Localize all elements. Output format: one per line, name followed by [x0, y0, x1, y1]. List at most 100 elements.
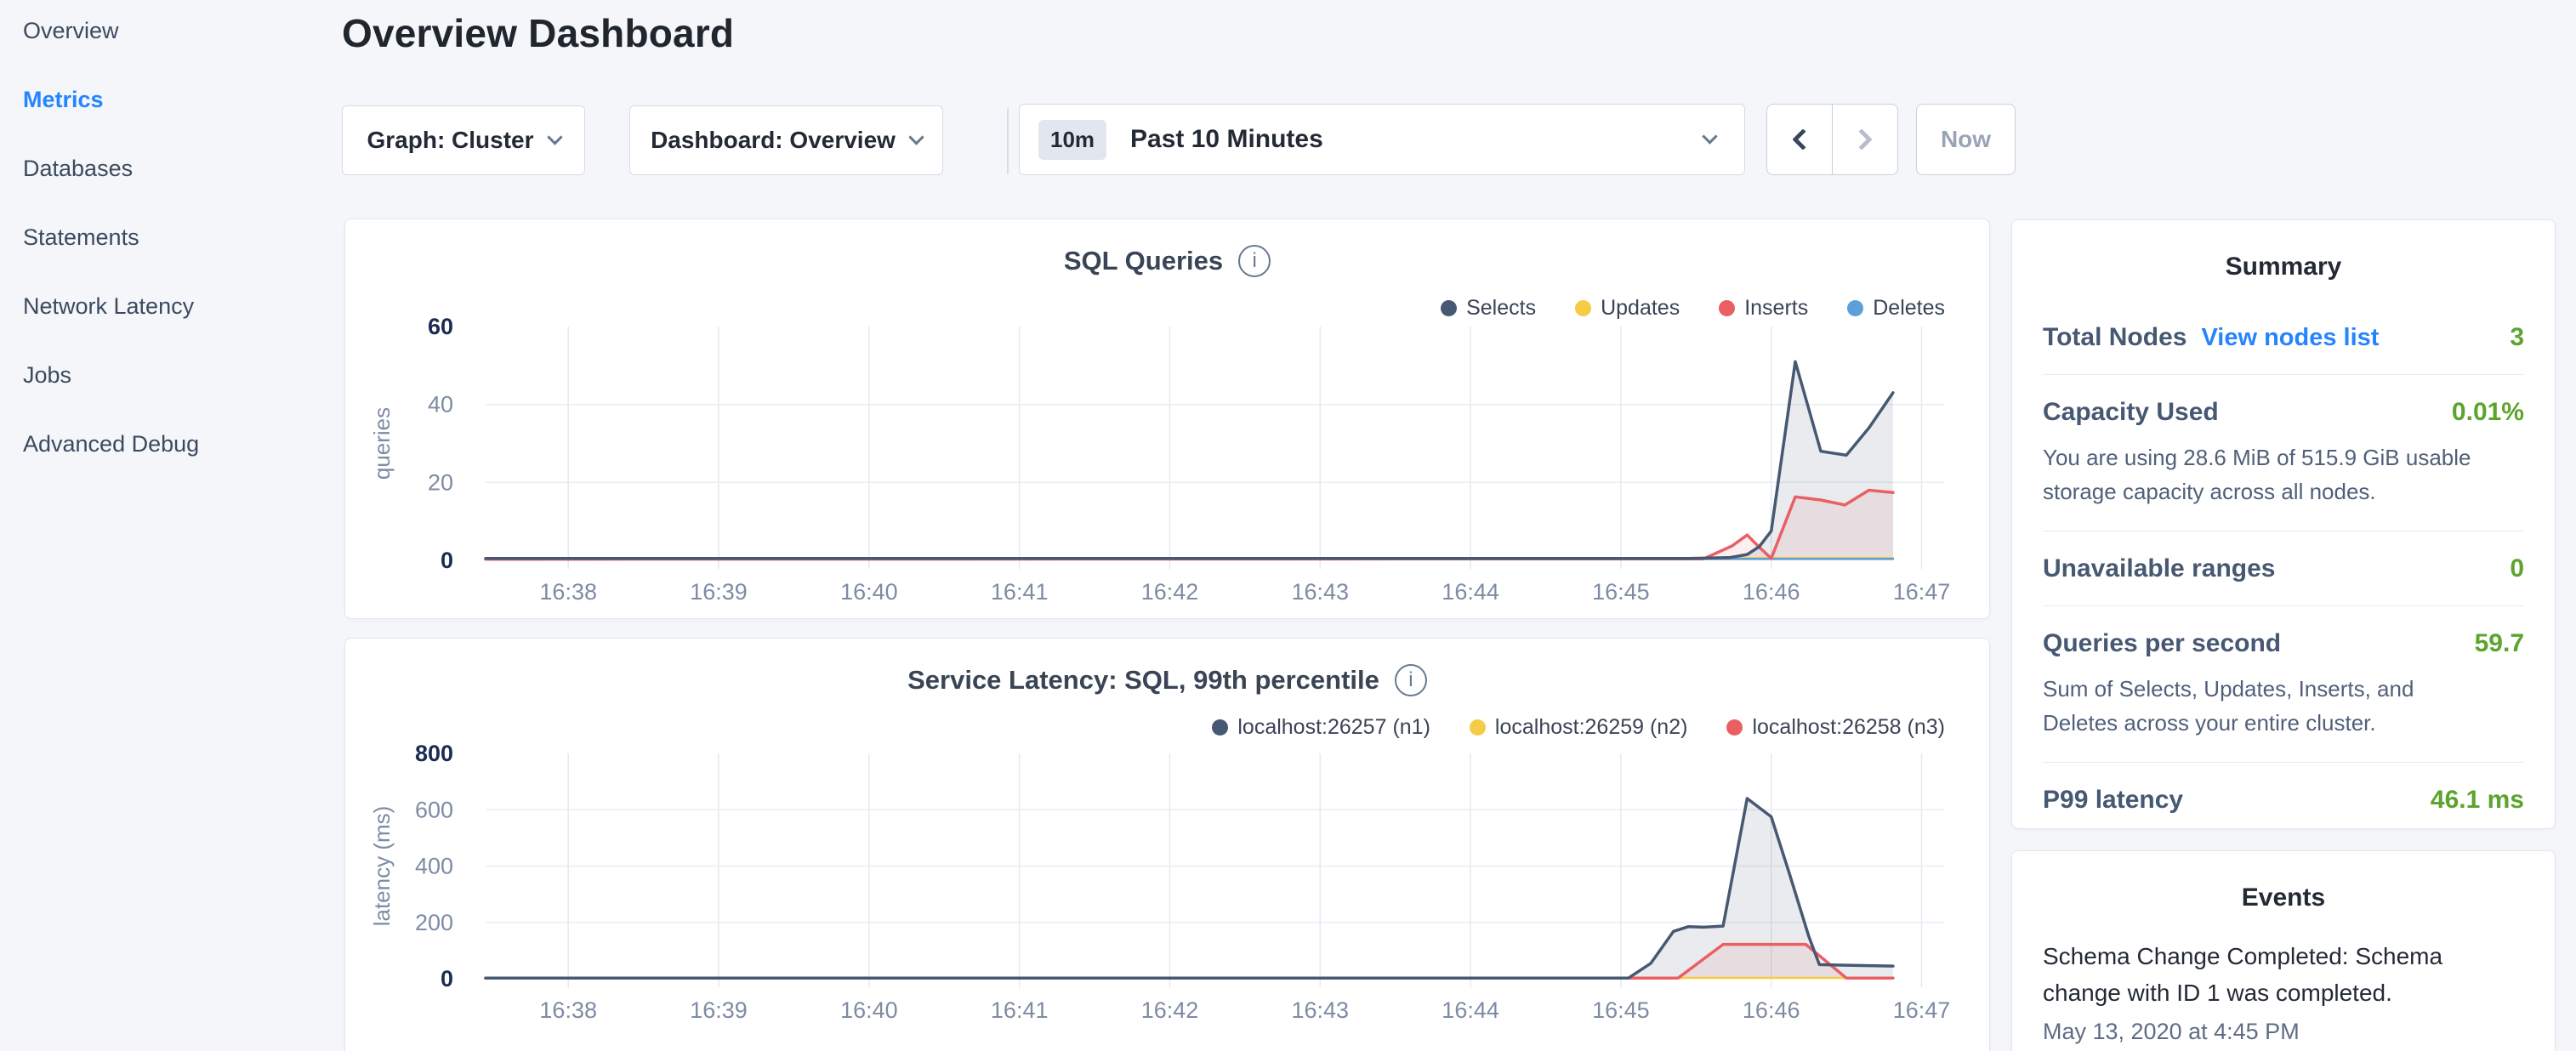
- sidebar-item-databases[interactable]: Databases: [23, 156, 312, 180]
- events-title: Events: [2012, 883, 2555, 912]
- summary-label: P99 latency: [2043, 786, 2183, 815]
- sidebar-item-statements[interactable]: Statements: [23, 225, 312, 249]
- time-range-badge: 10m: [1038, 120, 1106, 160]
- sidebar-item-metrics[interactable]: Metrics: [23, 88, 312, 111]
- legend-dot: [1847, 300, 1863, 316]
- event-text: Schema Change Completed: Schema change w…: [2043, 938, 2459, 1011]
- svg-text:40: 40: [428, 392, 453, 418]
- legend-item: localhost:26257 (n1): [1212, 715, 1430, 740]
- summary-value: 3: [2510, 323, 2524, 352]
- view-nodes-link[interactable]: View nodes list: [2201, 324, 2379, 352]
- chart-legend: localhost:26257 (n1) localhost:26259 (n2)…: [1212, 715, 1945, 740]
- sidebar-item-network-latency[interactable]: Network Latency: [23, 294, 312, 318]
- graph-dropdown-label: Graph: Cluster: [367, 127, 533, 154]
- metrics-page: { "sidebar": { "items": [ {"label": "Ove…: [0, 0, 2576, 1051]
- summary-value: 46.1 ms: [2431, 786, 2524, 815]
- time-back-button[interactable]: [1767, 105, 1832, 174]
- chevron-down-icon: [1702, 128, 1717, 144]
- sidebar: Overview Metrics Databases Statements Networ…: [23, 19, 312, 501]
- legend-item: localhost:26259 (n2): [1470, 715, 1688, 740]
- summary-value: 59.7: [2475, 629, 2524, 658]
- summary-rows: Total Nodes View nodes list 3 Capacity Used…: [2043, 300, 2524, 837]
- sidebar-item-advanced-debug[interactable]: Advanced Debug: [23, 432, 312, 456]
- svg-text:16:39: 16:39: [690, 579, 748, 605]
- svg-text:16:44: 16:44: [1442, 579, 1499, 605]
- summary-row: Unavailable ranges 0: [2043, 531, 2524, 606]
- svg-text:0: 0: [441, 966, 453, 991]
- time-forward-button[interactable]: [1832, 105, 1897, 174]
- service-latency-chart: 16:3816:3916:4016:4116:4216:4316:4416:45…: [345, 741, 1988, 1051]
- svg-text:20: 20: [428, 469, 453, 495]
- chevron-left-icon: [1792, 128, 1813, 150]
- now-button[interactable]: Now: [1916, 104, 2016, 175]
- legend-dot: [1441, 300, 1457, 316]
- time-range-label: Past 10 Minutes: [1130, 125, 1323, 154]
- svg-text:16:45: 16:45: [1592, 997, 1650, 1023]
- summary-row: P99 latency 46.1 ms: [2043, 763, 2524, 837]
- time-range-selector[interactable]: 10m Past 10 Minutes: [1019, 104, 1745, 175]
- graph-dropdown[interactable]: Graph: Cluster: [342, 105, 585, 175]
- legend-label: localhost:26258 (n3): [1752, 715, 1945, 740]
- svg-text:400: 400: [415, 854, 453, 879]
- controls-divider: [1007, 108, 1009, 174]
- service-latency-panel: Service Latency: SQL, 99th percentile i …: [344, 638, 1990, 1051]
- summary-row: Queries per second 59.7 Sum of Selects, Up…: [2043, 606, 2524, 763]
- svg-text:latency (ms): latency (ms): [369, 806, 395, 927]
- now-button-label: Now: [1941, 126, 1991, 153]
- chevron-down-icon: [908, 129, 924, 145]
- info-icon[interactable]: i: [1395, 664, 1427, 696]
- svg-text:16:42: 16:42: [1141, 997, 1199, 1023]
- chart-title: Service Latency: SQL, 99th percentile: [907, 665, 1379, 696]
- summary-description: You are using 28.6 MiB of 515.9 GiB usab…: [2043, 440, 2494, 508]
- info-icon[interactable]: i: [1238, 245, 1271, 277]
- summary-label: Total Nodes: [2043, 323, 2186, 352]
- svg-text:16:43: 16:43: [1292, 997, 1350, 1023]
- summary-label: Unavailable ranges: [2043, 554, 2275, 583]
- info-icon-glyph: i: [1252, 249, 1256, 273]
- info-icon-glyph: i: [1408, 668, 1413, 692]
- svg-text:16:38: 16:38: [539, 579, 597, 605]
- svg-text:16:47: 16:47: [1893, 579, 1951, 605]
- chart-header: Service Latency: SQL, 99th percentile i: [345, 664, 1989, 696]
- dashboard-dropdown[interactable]: Dashboard: Overview: [629, 105, 943, 175]
- summary-value: 0.01%: [2452, 398, 2524, 427]
- chevron-down-icon: [547, 129, 562, 145]
- chevron-right-icon: [1851, 128, 1872, 150]
- legend-label: localhost:26259 (n2): [1495, 715, 1688, 740]
- legend-dot: [1470, 719, 1486, 736]
- svg-text:800: 800: [415, 741, 453, 766]
- events-list: Schema Change Completed: Schema change w…: [2043, 938, 2524, 1045]
- svg-text:16:41: 16:41: [991, 997, 1049, 1023]
- legend-dot: [1212, 719, 1228, 736]
- sidebar-item-jobs[interactable]: Jobs: [23, 363, 312, 387]
- svg-text:16:40: 16:40: [840, 997, 898, 1023]
- svg-text:16:46: 16:46: [1743, 579, 1800, 605]
- summary-title: Summary: [2012, 253, 2555, 281]
- svg-text:16:40: 16:40: [840, 579, 898, 605]
- legend-dot: [1726, 719, 1743, 736]
- summary-value: 0: [2510, 554, 2524, 583]
- summary-row: Total Nodes View nodes list 3: [2043, 300, 2524, 375]
- svg-text:16:38: 16:38: [539, 997, 597, 1023]
- summary-label: Queries per second: [2043, 629, 2281, 658]
- legend-dot: [1575, 300, 1591, 316]
- legend-item: localhost:26258 (n3): [1726, 715, 1945, 740]
- svg-text:queries: queries: [369, 407, 395, 480]
- events-card: Events Schema Change Completed: Schema c…: [2011, 850, 2556, 1051]
- summary-description: Sum of Selects, Updates, Inserts, and De…: [2043, 672, 2494, 740]
- sql-queries-chart: 16:3816:3916:4016:4116:4216:4316:4416:45…: [345, 315, 1988, 618]
- svg-text:0: 0: [441, 548, 453, 573]
- legend-label: localhost:26257 (n1): [1237, 715, 1430, 740]
- event-item: Schema Change Completed: Schema change w…: [2043, 938, 2524, 1045]
- legend-dot: [1719, 300, 1735, 316]
- svg-text:16:47: 16:47: [1893, 997, 1951, 1023]
- sidebar-item-overview[interactable]: Overview: [23, 19, 312, 43]
- summary-label: Capacity Used: [2043, 398, 2219, 427]
- svg-text:200: 200: [415, 910, 453, 935]
- svg-text:16:41: 16:41: [991, 579, 1049, 605]
- svg-text:16:45: 16:45: [1592, 579, 1650, 605]
- page-title: Overview Dashboard: [342, 10, 734, 56]
- svg-text:16:43: 16:43: [1292, 579, 1350, 605]
- time-step-buttons: [1766, 104, 1898, 175]
- svg-text:60: 60: [428, 315, 453, 339]
